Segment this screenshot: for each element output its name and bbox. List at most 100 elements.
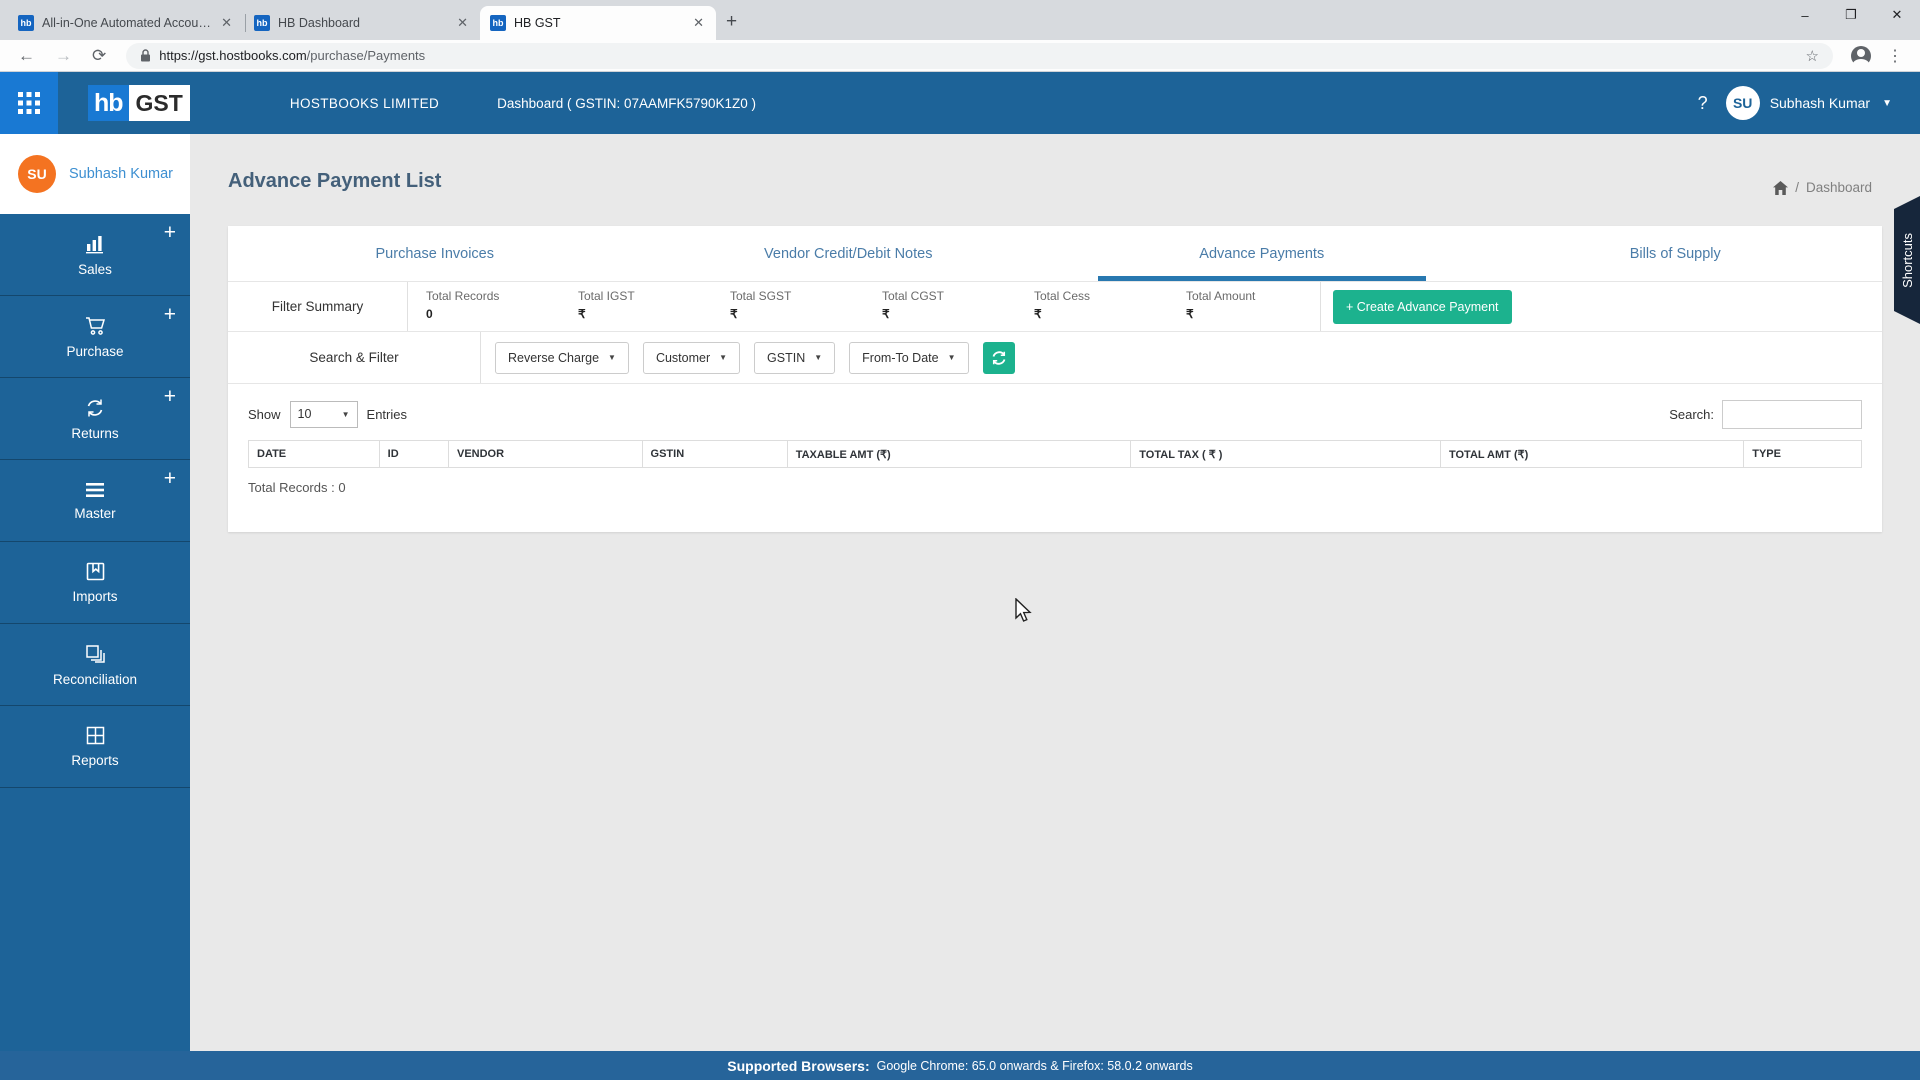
- caret-down-icon: ▼: [608, 353, 616, 362]
- tab-label: Advance Payments: [1199, 245, 1325, 262]
- sidebar-item-label: Reports: [71, 753, 119, 768]
- logo-hb-text: hb: [88, 85, 129, 121]
- tab-bills-of-supply[interactable]: Bills of Supply: [1469, 226, 1883, 281]
- stat-total-igst: Total IGST ₹: [560, 282, 712, 331]
- browser-tab[interactable]: hb All-in-One Automated Accountin ✕: [8, 6, 246, 40]
- dropdown-label: Reverse Charge: [508, 350, 600, 365]
- customer-dropdown[interactable]: Customer ▼: [642, 341, 741, 374]
- stat-value: 0: [426, 307, 433, 321]
- search-label: Search:: [1669, 406, 1714, 422]
- menu-lines-icon: [84, 481, 106, 499]
- sidebar: SU Subhash Kumar + Sales + Purchase + Re…: [0, 134, 190, 1051]
- browser-tab-active[interactable]: hb HB GST ✕: [480, 6, 716, 40]
- forward-icon[interactable]: →: [45, 46, 82, 66]
- caret-down-icon: ▼: [814, 353, 823, 362]
- back-icon[interactable]: ←: [8, 46, 45, 66]
- sidebar-item-label: Master: [74, 505, 116, 521]
- window-controls: – ❐ ✕: [1782, 0, 1920, 30]
- reverse-charge-dropdown[interactable]: Reverse Charge ▼: [495, 341, 629, 374]
- browser-menu-icon[interactable]: ⋮: [1879, 46, 1912, 66]
- close-button[interactable]: ✕: [1874, 0, 1920, 30]
- plus-icon[interactable]: +: [164, 304, 176, 325]
- from-to-date-dropdown[interactable]: From-To Date ▼: [849, 341, 969, 374]
- user-menu[interactable]: SU Subhash Kumar ▼: [1725, 86, 1892, 120]
- gstin-dashboard-label[interactable]: Dashboard ( GSTIN: 07AAMFK5790K1Z0 ): [497, 96, 756, 111]
- browser-profile-icon[interactable]: [1851, 45, 1871, 69]
- plus-icon[interactable]: +: [164, 386, 176, 407]
- navbar-avatar: SU: [1725, 86, 1760, 120]
- stat-value: ₹: [730, 307, 738, 321]
- search-filter-label: Search & Filter: [228, 332, 481, 383]
- tab-purchase-invoices[interactable]: Purchase Invoices: [228, 226, 642, 281]
- dropdown-label: From-To Date: [862, 350, 939, 365]
- stat-total-cgst: Total CGST ₹: [864, 282, 1016, 331]
- apps-grid-icon: [18, 92, 40, 114]
- stat-label: Total SGST: [730, 289, 792, 303]
- tab-label: Bills of Supply: [1629, 245, 1721, 262]
- col-gstin[interactable]: GSTIN: [641, 440, 788, 468]
- report-grid-icon: [85, 725, 106, 746]
- browser-tab[interactable]: hb HB Dashboard ✕: [244, 6, 480, 40]
- app-navbar: hb GST HOSTBOOKS LIMITED Dashboard ( GST…: [0, 72, 1920, 134]
- hb-gst-logo[interactable]: hb GST: [88, 85, 190, 121]
- tab-advance-payments[interactable]: Advance Payments: [1055, 226, 1469, 281]
- tab-label: Vendor Credit/Debit Notes: [764, 245, 933, 262]
- sidebar-item-master[interactable]: + Master: [0, 460, 190, 542]
- tab-close-icon[interactable]: ✕: [219, 15, 234, 31]
- chevron-down-icon: ▼: [1882, 97, 1892, 109]
- col-total-amt[interactable]: TOTAL AMT (₹): [1439, 440, 1745, 468]
- bookmark-star-icon[interactable]: ☆: [1806, 47, 1819, 65]
- col-total-tax[interactable]: TOTAL TAX ( ₹ ): [1130, 440, 1441, 468]
- tab-close-icon[interactable]: ✕: [455, 15, 470, 31]
- refresh-button[interactable]: [982, 341, 1015, 374]
- mouse-cursor: [1015, 598, 1032, 622]
- shortcuts-tab[interactable]: Shortcuts: [1894, 196, 1920, 324]
- footer-bold-text: Supported Browsers:: [727, 1057, 870, 1074]
- hb-favicon-icon: hb: [18, 15, 34, 31]
- caret-down-icon: ▼: [947, 353, 956, 362]
- restore-button[interactable]: ❐: [1828, 0, 1874, 30]
- dropdown-label: Customer: [655, 350, 711, 365]
- col-type[interactable]: TYPE: [1743, 440, 1862, 468]
- help-icon[interactable]: ?: [1698, 93, 1708, 114]
- sync-icon: [84, 397, 106, 419]
- url-path: /purchase/Payments: [306, 48, 426, 63]
- entries-per-page-select[interactable]: 10 ▼: [289, 400, 358, 428]
- filter-summary-row: Filter Summary Total Records 0 Total IGS…: [228, 282, 1882, 332]
- breadcrumb-sep: /: [1795, 180, 1799, 195]
- sidebar-item-purchase[interactable]: + Purchase: [0, 296, 190, 378]
- col-id[interactable]: ID: [378, 440, 449, 468]
- entries-per-page-value: 10: [297, 407, 312, 421]
- filter-summary-label: Filter Summary: [228, 282, 408, 331]
- sidebar-avatar: SU: [18, 155, 56, 193]
- sidebar-item-sales[interactable]: + Sales: [0, 214, 190, 296]
- sidebar-item-reconciliation[interactable]: Reconciliation: [0, 624, 190, 706]
- caret-down-icon: ▼: [341, 409, 350, 419]
- plus-icon[interactable]: +: [164, 468, 176, 489]
- apps-grid-button[interactable]: [0, 72, 58, 134]
- minimize-button[interactable]: –: [1782, 0, 1828, 30]
- create-advance-payment-button[interactable]: + Create Advance Payment: [1333, 290, 1512, 324]
- search-input[interactable]: [1722, 399, 1862, 429]
- col-vendor[interactable]: VENDOR: [447, 440, 643, 468]
- breadcrumb-current[interactable]: Dashboard: [1806, 180, 1872, 195]
- total-records-text: Total Records : 0: [248, 480, 346, 495]
- reload-icon[interactable]: ⟳: [82, 46, 116, 66]
- sidebar-item-returns[interactable]: + Returns: [0, 378, 190, 460]
- plus-icon[interactable]: +: [164, 222, 176, 243]
- tab-vendor-credit-debit-notes[interactable]: Vendor Credit/Debit Notes: [642, 226, 1056, 281]
- home-icon[interactable]: [1773, 180, 1789, 195]
- stat-value: ₹: [578, 307, 586, 321]
- gstin-dropdown[interactable]: GSTIN ▼: [754, 341, 836, 374]
- sidebar-item-imports[interactable]: Imports: [0, 542, 190, 624]
- sidebar-item-reports[interactable]: Reports: [0, 706, 190, 788]
- url-bar[interactable]: https://gst.hostbooks.com/purchase/Payme…: [126, 42, 1833, 69]
- tab-label: Purchase Invoices: [375, 245, 494, 262]
- new-tab-button[interactable]: +: [726, 11, 737, 33]
- stat-label: Total CGST: [882, 289, 945, 303]
- col-date[interactable]: DATE: [248, 440, 380, 468]
- footer: Supported Browsers: Google Chrome: 65.0 …: [0, 1051, 1920, 1080]
- tab-close-icon[interactable]: ✕: [691, 15, 706, 31]
- browser-tabstrip: hb All-in-One Automated Accountin ✕ hb H…: [0, 0, 1920, 40]
- col-taxable-amt[interactable]: TAXABLE AMT (₹): [786, 440, 1132, 468]
